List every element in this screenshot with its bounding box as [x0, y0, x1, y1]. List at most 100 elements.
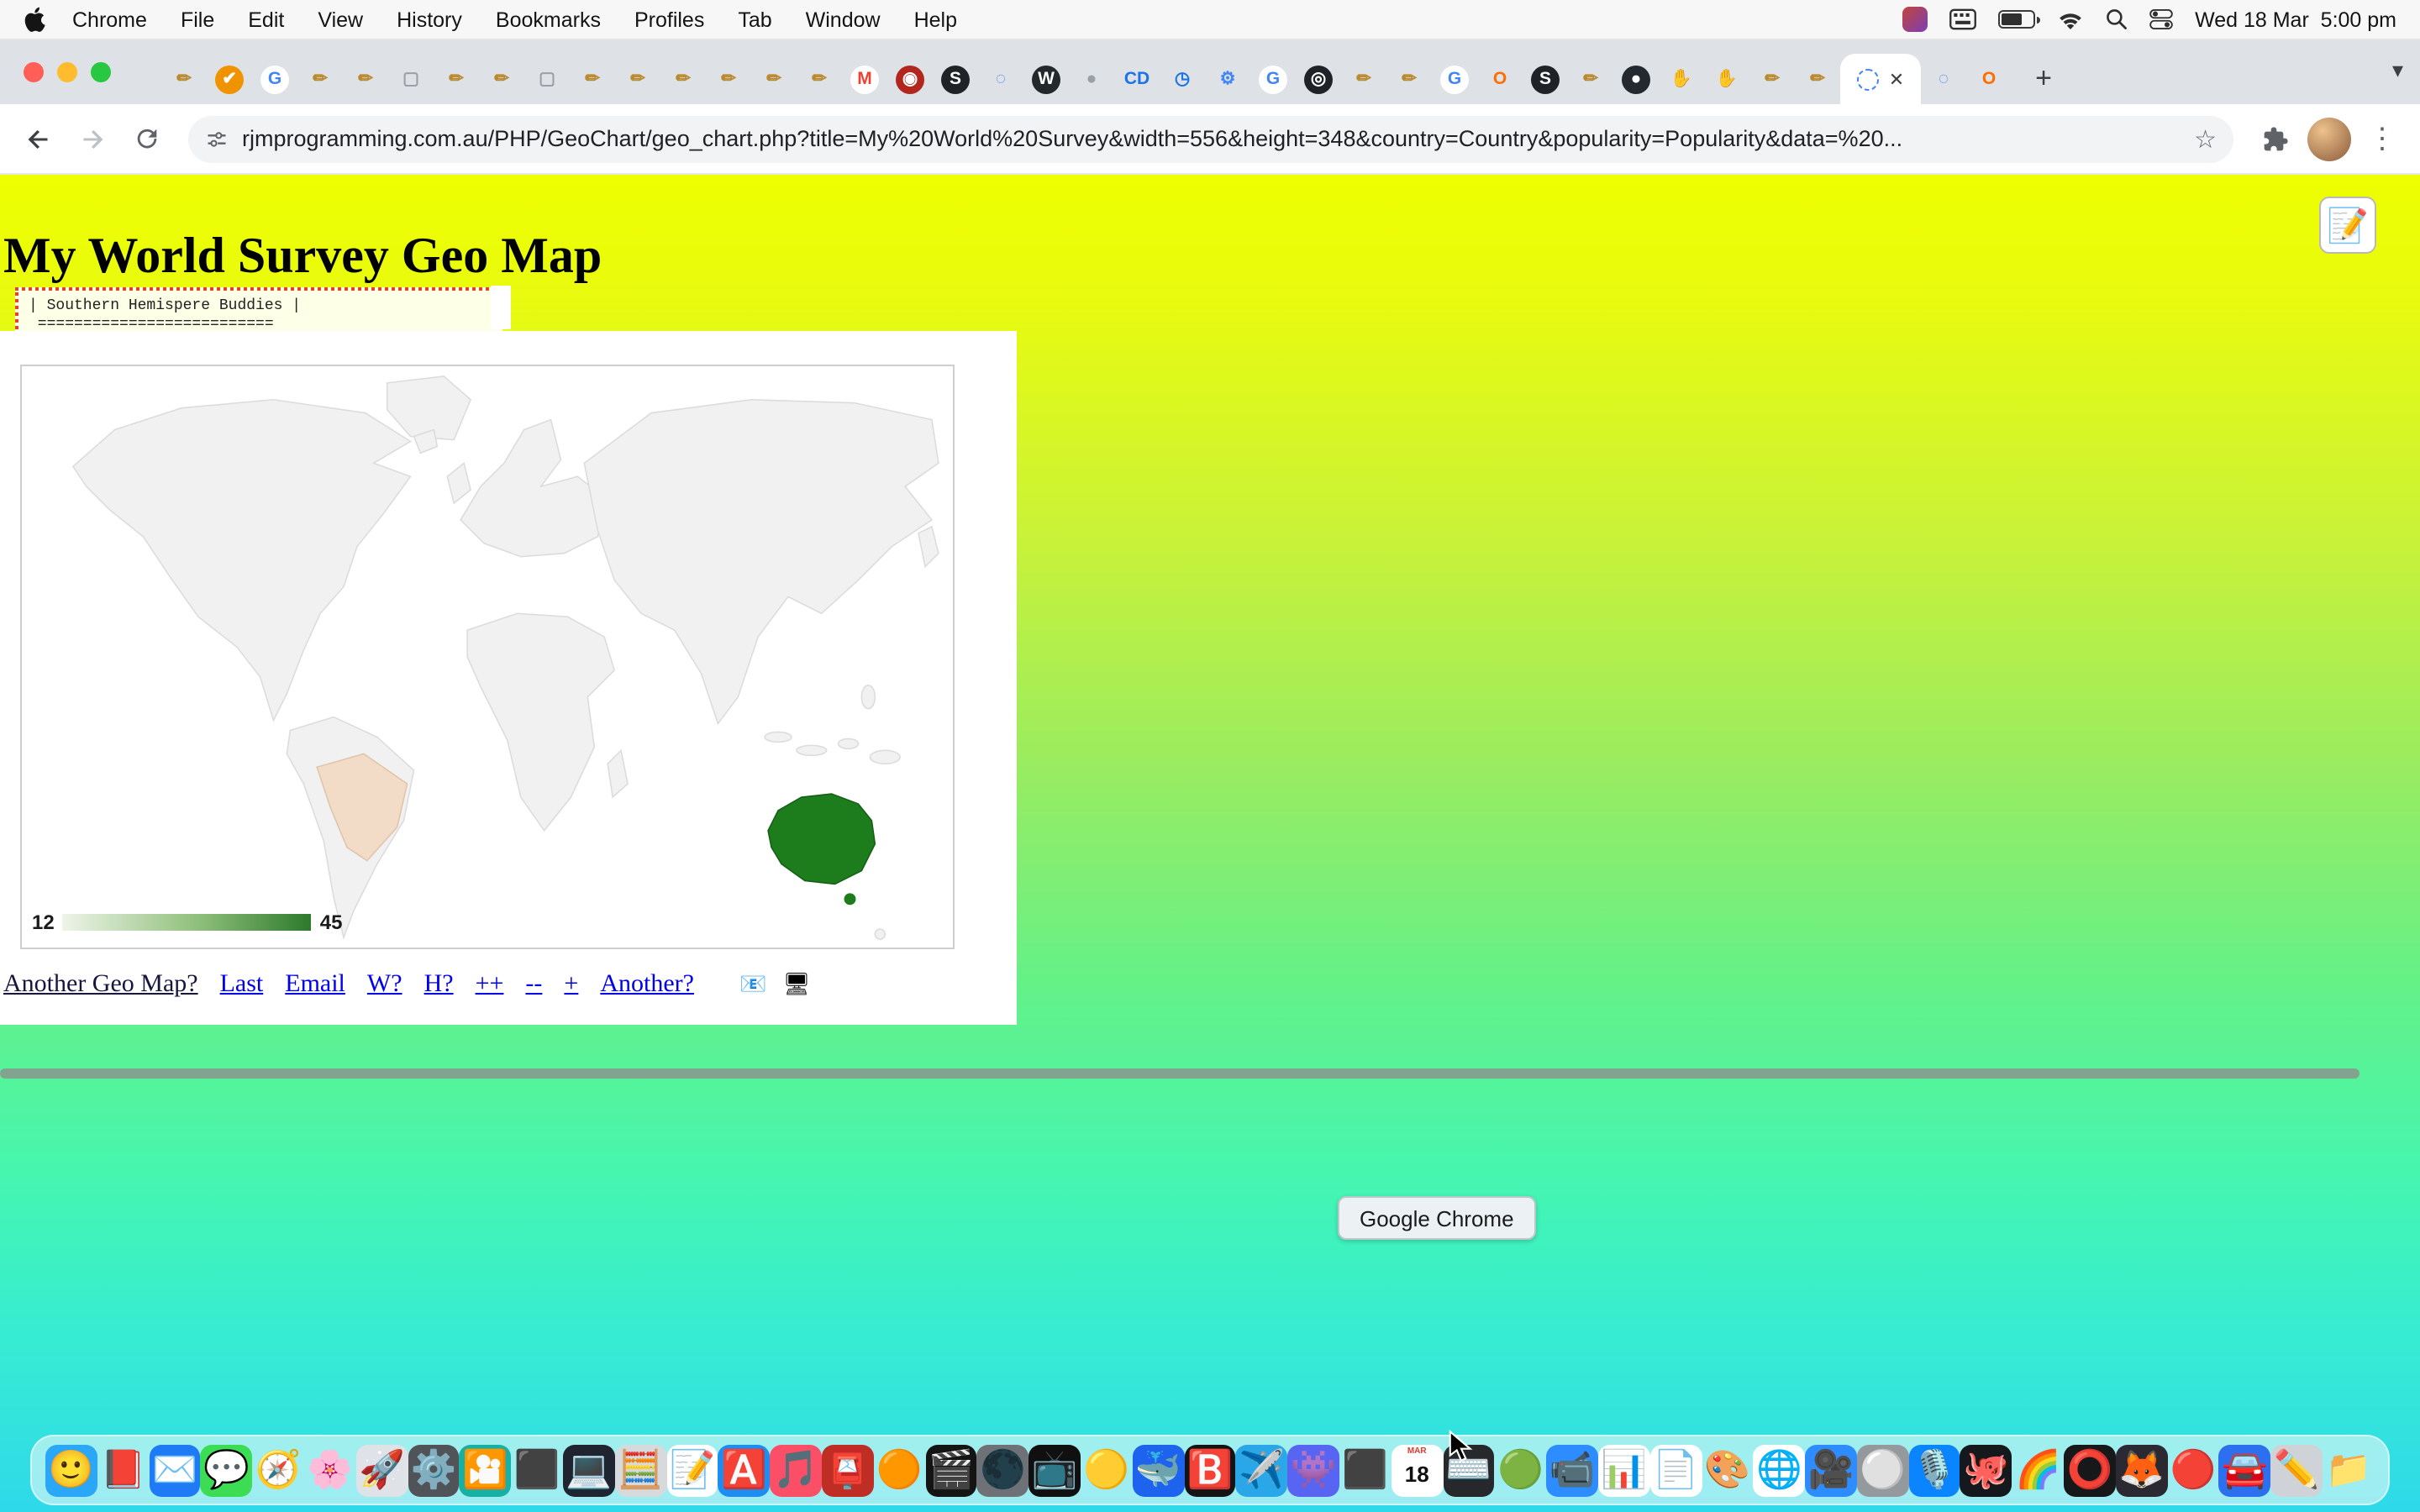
forward-button[interactable]: [71, 117, 114, 160]
page-link[interactable]: H?: [424, 971, 454, 1000]
dock-icon[interactable]: 🟠: [874, 1444, 926, 1496]
pinned-tab[interactable]: M: [842, 54, 887, 104]
control-center-icon[interactable]: [2149, 8, 2173, 30]
menu-item[interactable]: Bookmarks: [496, 8, 601, 31]
reload-button[interactable]: [124, 117, 168, 160]
dock-icon[interactable]: ✏️: [2271, 1444, 2323, 1496]
dock-icon[interactable]: 🧮: [615, 1444, 667, 1496]
menu-item[interactable]: Help: [914, 8, 957, 31]
dock-icon[interactable]: 📕: [97, 1444, 150, 1496]
dock-icon[interactable]: MAR 18: [1391, 1444, 1443, 1496]
pinned-tab[interactable]: ◷: [1160, 54, 1205, 104]
dock-icon[interactable]: 🎦: [460, 1444, 512, 1496]
dock-icon[interactable]: 🅱️: [1184, 1444, 1236, 1496]
dock-icon[interactable]: 🎙️: [1908, 1444, 1960, 1496]
pinned-tab[interactable]: CD: [1114, 54, 1160, 104]
dock-icon[interactable]: 🔴: [2167, 1444, 2219, 1496]
dock-icon[interactable]: 🌈: [2012, 1444, 2065, 1496]
close-tab-icon[interactable]: ✕: [1889, 68, 1904, 90]
pinned-tab[interactable]: ⚙: [1205, 54, 1250, 104]
menu-item[interactable]: Edit: [248, 8, 284, 31]
extensions-puzzle-icon[interactable]: [2254, 117, 2297, 160]
dock-icon[interactable]: 🚀: [356, 1444, 408, 1496]
dock-icon[interactable]: 🟡: [1081, 1444, 1133, 1496]
new-tab-button[interactable]: +: [2022, 57, 2065, 101]
pinned-tab[interactable]: ✏: [479, 54, 524, 104]
pinned-tab[interactable]: ✏: [1386, 54, 1432, 104]
pinned-tab[interactable]: S: [933, 54, 978, 104]
battery-icon[interactable]: [1998, 10, 2035, 29]
horizontal-scrollbar-thumb[interactable]: [0, 1068, 2360, 1079]
region-tasmania[interactable]: [844, 893, 856, 905]
zoom-window-button[interactable]: [91, 62, 111, 82]
page-link[interactable]: Email: [285, 971, 345, 1000]
dock-icon[interactable]: ⚪: [1857, 1444, 1909, 1496]
pinned-tab[interactable]: ✏: [797, 54, 842, 104]
pinned-tab[interactable]: ✏: [343, 54, 388, 104]
menu-item[interactable]: Chrome: [72, 8, 147, 31]
url-bar[interactable]: rjmprogramming.com.au/PHP/GeoChart/geo_c…: [188, 115, 2233, 162]
pinned-tab[interactable]: O: [1966, 54, 2012, 104]
bookmark-star-icon[interactable]: ☆: [2194, 123, 2217, 154]
pinned-tab[interactable]: ✏: [1749, 54, 1795, 104]
dock-icon[interactable]: 🌑: [977, 1444, 1029, 1496]
site-settings-icon[interactable]: [205, 127, 229, 150]
url-text[interactable]: rjmprogramming.com.au/PHP/GeoChart/geo_c…: [242, 126, 2181, 151]
pinned-tab[interactable]: ✏: [1568, 54, 1613, 104]
pinned-tab[interactable]: ◌: [978, 54, 1023, 104]
input-source-icon[interactable]: [1949, 8, 1976, 30]
dock-icon[interactable]: 📺: [1028, 1444, 1081, 1496]
dock-icon[interactable]: 🟢: [1495, 1444, 1547, 1496]
pinned-tab[interactable]: ✏: [615, 54, 660, 104]
pinned-tab[interactable]: ✋: [1704, 54, 1749, 104]
active-tab[interactable]: ✕: [1840, 54, 1921, 104]
menu-item[interactable]: File: [181, 8, 214, 31]
spotlight-icon[interactable]: [2106, 8, 2128, 30]
pinned-tab[interactable]: ✏: [161, 54, 207, 104]
menu-item[interactable]: Window: [806, 8, 881, 31]
menu-item[interactable]: History: [397, 8, 462, 31]
pinned-tab[interactable]: W: [1023, 54, 1069, 104]
page-link[interactable]: Last: [220, 971, 264, 1000]
pinned-tab[interactable]: ●: [1613, 54, 1659, 104]
dock-icon[interactable]: 📮: [822, 1444, 874, 1496]
back-button[interactable]: [17, 117, 60, 160]
pinned-tab[interactable]: O: [1477, 54, 1523, 104]
pinned-tab[interactable]: G: [252, 54, 297, 104]
dock-icon[interactable]: 📁: [2323, 1444, 2375, 1496]
page-link[interactable]: W?: [367, 971, 402, 1000]
pinned-tab[interactable]: ◌: [1921, 54, 1966, 104]
pinned-tab[interactable]: G: [1432, 54, 1477, 104]
menu-item[interactable]: Tab: [738, 8, 771, 31]
dock-icon[interactable]: 💬: [201, 1444, 253, 1496]
minimize-window-button[interactable]: [57, 62, 77, 82]
pinned-tab[interactable]: ✏: [706, 54, 751, 104]
dock-icon[interactable]: 📊: [1598, 1444, 1650, 1496]
tab-search-chevron-icon[interactable]: ▾: [2392, 57, 2403, 84]
dock-icon[interactable]: ⭕: [2064, 1444, 2116, 1496]
page-link[interactable]: Another?: [600, 971, 694, 1000]
dock-icon[interactable]: 💻: [563, 1444, 615, 1496]
dock-icon[interactable]: 🚘: [2219, 1444, 2271, 1496]
pinned-tab[interactable]: ▢: [524, 54, 570, 104]
pinned-tab[interactable]: ✋: [1659, 54, 1704, 104]
pinned-tab[interactable]: S: [1523, 54, 1568, 104]
dock-icon[interactable]: 🐙: [1960, 1444, 2012, 1496]
menu-item[interactable]: Profiles: [634, 8, 704, 31]
pinned-tab[interactable]: ◎: [1296, 54, 1341, 104]
pinned-tab[interactable]: ✏: [1795, 54, 1840, 104]
menu-item[interactable]: View: [318, 8, 363, 31]
dock-icon[interactable]: 👾: [1287, 1444, 1339, 1496]
menu-bar-clock[interactable]: Wed 18 Mar 5:00 pm: [2195, 8, 2396, 31]
pinned-tab[interactable]: ▢: [388, 54, 434, 104]
pinned-tab[interactable]: ✏: [1341, 54, 1386, 104]
pinned-tab[interactable]: ✏: [434, 54, 479, 104]
page-link[interactable]: Another Geo Map?: [3, 971, 198, 1000]
pinned-tab[interactable]: ✔: [207, 54, 252, 104]
dock-icon[interactable]: 🙂: [45, 1444, 97, 1496]
pinned-tab[interactable]: ◉: [887, 54, 933, 104]
link-trailing-icons[interactable]: 📧 🖥: [739, 971, 816, 998]
chrome-menu-icon[interactable]: ⋮: [2361, 122, 2403, 155]
dock-icon[interactable]: 🦊: [2116, 1444, 2168, 1496]
dock-icon[interactable]: 🎥: [1805, 1444, 1857, 1496]
